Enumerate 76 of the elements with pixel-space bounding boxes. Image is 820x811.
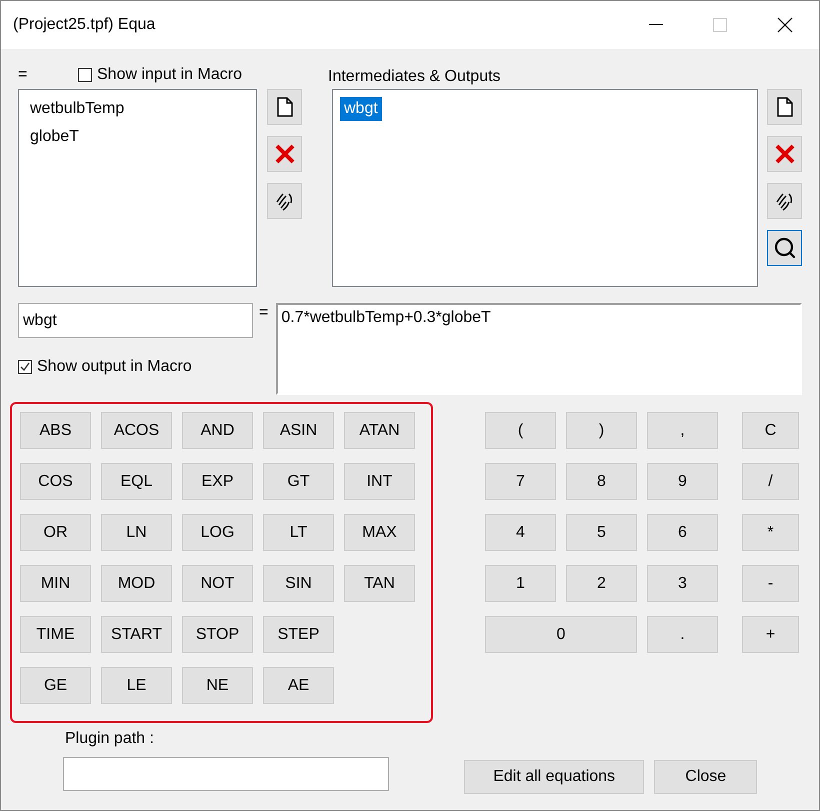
name-field[interactable]: wbgt bbox=[18, 303, 253, 338]
function-button[interactable]: GT bbox=[263, 463, 334, 500]
close-button[interactable]: Close bbox=[654, 760, 757, 794]
plugin-path-field[interactable] bbox=[63, 757, 389, 791]
list-item[interactable]: globeT bbox=[26, 125, 83, 149]
keypad-button[interactable]: 9 bbox=[647, 463, 718, 500]
function-button[interactable]: OR bbox=[20, 514, 91, 551]
function-button[interactable]: NOT bbox=[182, 565, 253, 602]
function-button[interactable]: GE bbox=[20, 667, 91, 704]
function-button[interactable]: MAX bbox=[344, 514, 415, 551]
search-icon bbox=[772, 236, 796, 260]
toolbar-button[interactable] bbox=[767, 89, 802, 125]
plugin-path-label: Plugin path : bbox=[65, 729, 155, 749]
keypad-button[interactable]: , bbox=[647, 412, 718, 449]
keypad-button[interactable]: C bbox=[742, 412, 799, 449]
function-button[interactable]: LN bbox=[101, 514, 172, 551]
function-button[interactable]: AE bbox=[263, 667, 334, 704]
delete-icon bbox=[774, 144, 794, 164]
equals-label: = bbox=[18, 65, 28, 85]
close-icon[interactable] bbox=[777, 17, 793, 33]
function-button[interactable]: START bbox=[101, 616, 172, 653]
edit-all-button[interactable]: Edit all equations bbox=[464, 760, 644, 794]
keypad-button[interactable]: 4 bbox=[485, 514, 556, 551]
function-button[interactable]: STOP bbox=[182, 616, 253, 653]
function-button[interactable]: TAN bbox=[344, 565, 415, 602]
keypad-button[interactable]: . bbox=[647, 616, 718, 653]
checkbox[interactable] bbox=[78, 68, 92, 82]
function-button[interactable]: COS bbox=[20, 463, 91, 500]
function-button[interactable]: EQL bbox=[101, 463, 172, 500]
list-item[interactable]: wbgt bbox=[340, 97, 382, 121]
keypad-button[interactable]: 6 bbox=[647, 514, 718, 551]
function-button[interactable]: LT bbox=[263, 514, 334, 551]
keypad-button[interactable]: - bbox=[742, 565, 799, 602]
document-icon bbox=[776, 97, 792, 117]
keypad-button[interactable]: ) bbox=[566, 412, 637, 449]
checkbox[interactable] bbox=[18, 360, 32, 374]
function-button[interactable]: SIN bbox=[263, 565, 334, 602]
keypad-button[interactable]: 0 bbox=[485, 616, 637, 653]
document-icon bbox=[276, 97, 292, 117]
function-button[interactable]: EXP bbox=[182, 463, 253, 500]
function-button[interactable]: NE bbox=[182, 667, 253, 704]
keypad-button[interactable]: 3 bbox=[647, 565, 718, 602]
toolbar-button[interactable] bbox=[767, 183, 802, 219]
function-button[interactable]: INT bbox=[344, 463, 415, 500]
section-label: Intermediates & Outputs bbox=[328, 67, 502, 85]
keypad-button[interactable]: 7 bbox=[485, 463, 556, 500]
keypad-button[interactable]: / bbox=[742, 463, 799, 500]
equals-sign: = bbox=[259, 303, 268, 323]
keypad-button[interactable]: 1 bbox=[485, 565, 556, 602]
checkbox-label: Show input in Macro bbox=[97, 65, 242, 85]
function-button[interactable]: LE bbox=[101, 667, 172, 704]
function-button[interactable]: ASIN bbox=[263, 412, 334, 449]
function-button[interactable]: ACOS bbox=[101, 412, 172, 449]
toolbar-button[interactable] bbox=[267, 183, 302, 219]
function-button[interactable]: MOD bbox=[101, 565, 172, 602]
keypad-button[interactable]: 8 bbox=[566, 463, 637, 500]
function-button[interactable]: AND bbox=[182, 412, 253, 449]
function-button[interactable]: ATAN bbox=[344, 412, 415, 449]
keypad-button[interactable]: ( bbox=[485, 412, 556, 449]
toolbar-button[interactable] bbox=[267, 89, 302, 125]
keypad-button[interactable]: * bbox=[742, 514, 799, 551]
function-button[interactable]: TIME bbox=[20, 616, 91, 653]
checkbox-label: Show output in Macro bbox=[37, 357, 192, 377]
keypad-button[interactable]: + bbox=[742, 616, 799, 653]
function-button[interactable]: ABS bbox=[20, 412, 91, 449]
keypad-button[interactable]: 2 bbox=[566, 565, 637, 602]
function-button[interactable]: STEP bbox=[263, 616, 334, 653]
toolbar-button[interactable] bbox=[767, 230, 802, 266]
function-button[interactable]: MIN bbox=[20, 565, 91, 602]
delete-icon bbox=[274, 144, 294, 164]
keypad-button[interactable]: 5 bbox=[566, 514, 637, 551]
function-button[interactable]: LOG bbox=[182, 514, 253, 551]
minimize-icon[interactable] bbox=[649, 24, 663, 26]
window-title: (Project25.tpf) Equa bbox=[13, 15, 156, 35]
list-item[interactable]: wetbulbTemp bbox=[26, 97, 128, 121]
equation-field[interactable]: 0.7*wetbulbTemp+0.3*globeT bbox=[276, 303, 802, 395]
